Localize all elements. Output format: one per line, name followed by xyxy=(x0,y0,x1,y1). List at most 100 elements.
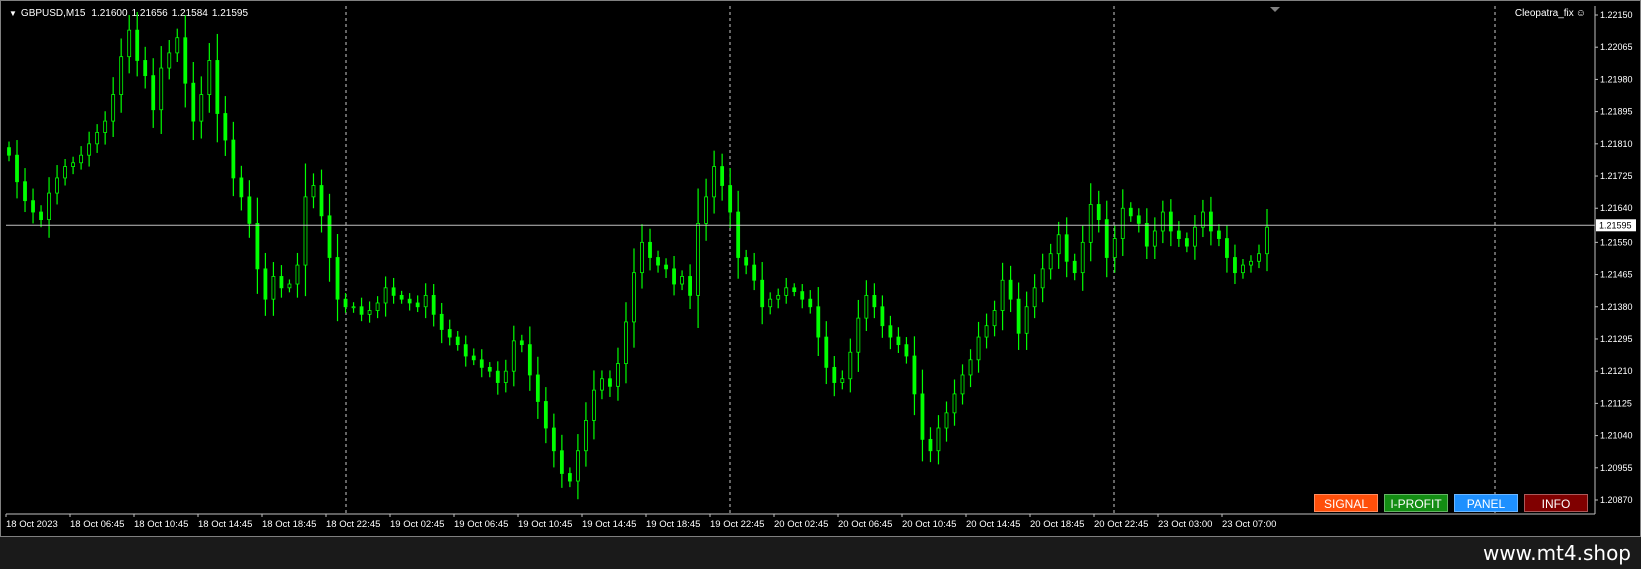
candle-body xyxy=(608,378,612,387)
candle-body xyxy=(808,298,813,308)
candle-body xyxy=(696,222,700,296)
candle-body xyxy=(1040,268,1045,289)
candle-body xyxy=(39,211,43,221)
candle-body xyxy=(127,29,132,58)
candle-body xyxy=(1249,260,1253,266)
collapse-triangle-icon[interactable]: ▼ xyxy=(9,8,17,20)
candle-body xyxy=(1209,211,1213,232)
candle-body xyxy=(215,60,220,114)
candle-body xyxy=(567,473,572,482)
candle-body xyxy=(295,264,300,285)
panel-button[interactable]: PANEL xyxy=(1454,494,1518,512)
candle-body xyxy=(319,185,324,217)
candle-body xyxy=(527,344,532,376)
candle-body xyxy=(1233,257,1237,274)
y-tick-label: 1.21040 xyxy=(1600,431,1633,441)
info-button[interactable]: INFO xyxy=(1524,494,1588,512)
candle-body xyxy=(944,412,949,429)
candle-body xyxy=(71,162,76,167)
candle-body xyxy=(383,287,388,304)
y-tick-label: 1.21125 xyxy=(1600,398,1632,408)
price-chart[interactable]: 1.22150 1.22065 1.21980 1.21895 1.21810 1.217… xyxy=(1,1,1641,538)
candle-body xyxy=(351,306,356,309)
candle-body xyxy=(856,317,861,353)
x-tick-label: 23 Oct 03:00 xyxy=(1158,519,1212,530)
watermark: www.mt4.shop xyxy=(1482,541,1631,565)
candle-body xyxy=(47,192,51,221)
candle-body xyxy=(968,359,973,376)
ohlc-high: 1.21656 xyxy=(131,8,168,19)
candle-body xyxy=(423,294,428,308)
candle-body xyxy=(191,82,196,122)
x-tick-label: 18 Oct 22:45 xyxy=(326,519,380,530)
candle-body xyxy=(415,302,420,308)
candle-body xyxy=(367,310,372,315)
chart-window[interactable]: 1.22150 1.22065 1.21980 1.21895 1.21810 1.217… xyxy=(0,0,1641,537)
candle-body xyxy=(840,378,845,383)
y-tick-label: 1.21380 xyxy=(1600,302,1633,312)
candle-body xyxy=(920,393,925,440)
candle-body xyxy=(632,272,636,323)
candle-body xyxy=(223,113,228,141)
chart-header: ▼ GBPUSD,M15 1.21600 1.21656 1.21584 1.21595 xyxy=(9,8,252,20)
candle-body xyxy=(680,276,684,285)
x-tick-label: 20 Oct 18:45 xyxy=(1030,519,1084,530)
candle-body xyxy=(135,29,140,61)
candle-body xyxy=(1152,230,1157,247)
x-tick-label: 18 Oct 10:45 xyxy=(134,519,188,530)
expert-advisor-label[interactable]: Cleopatra_fix ☺ xyxy=(1515,8,1586,19)
candle-body xyxy=(1217,230,1221,239)
candle-body xyxy=(712,166,717,198)
x-tick-label: 20 Oct 14:45 xyxy=(966,519,1020,530)
ea-name: Cleopatra_fix xyxy=(1514,8,1574,19)
candle-body xyxy=(151,75,156,111)
x-tick-label: 18 Oct 06:45 xyxy=(70,519,124,530)
candle-body xyxy=(1016,298,1021,334)
candle-body xyxy=(63,166,67,179)
y-tick-label: 1.20955 xyxy=(1600,463,1633,473)
candle-body xyxy=(1241,264,1245,274)
candle-body xyxy=(616,363,620,387)
candle-body xyxy=(1176,230,1181,239)
candle-body xyxy=(960,374,965,395)
ohlc-close: 1.21595 xyxy=(211,8,249,19)
candle-body xyxy=(880,306,885,327)
candle-body xyxy=(279,276,284,289)
candle-body xyxy=(952,393,957,414)
y-tick-label: 1.21295 xyxy=(1600,334,1633,344)
candle-body xyxy=(792,287,797,293)
candle-body xyxy=(736,211,741,258)
candle-body xyxy=(31,200,35,213)
candle-body xyxy=(672,268,676,285)
signal-button[interactable]: SIGNAL xyxy=(1314,494,1378,512)
candle-body xyxy=(311,185,316,198)
candle-body xyxy=(784,287,789,296)
candle-body xyxy=(159,67,164,111)
x-tick-label: 18 Oct 14:45 xyxy=(198,519,252,530)
candle-body xyxy=(1168,211,1173,232)
candle-body xyxy=(864,294,869,319)
candle-body xyxy=(119,56,124,95)
candle-body xyxy=(551,427,556,452)
shift-marker-icon xyxy=(1270,7,1280,12)
y-tick-label: 1.22150 xyxy=(1600,10,1633,20)
y-tick-label: 1.21640 xyxy=(1600,203,1633,213)
candle-body xyxy=(600,378,604,391)
candle-body xyxy=(303,196,308,266)
x-tick-label: 23 Oct 07:00 xyxy=(1222,519,1276,530)
candle-body xyxy=(720,166,725,186)
candle-body xyxy=(239,177,244,198)
candle-body xyxy=(744,257,749,266)
y-tick-label: 1.22065 xyxy=(1600,42,1633,52)
candle-body xyxy=(760,279,765,308)
x-tick-label: 19 Oct 06:45 xyxy=(454,519,508,530)
candle-body xyxy=(576,450,580,482)
x-tick-label: 20 Oct 10:45 xyxy=(902,519,956,530)
candle-body xyxy=(503,370,508,383)
candle-body xyxy=(1048,253,1053,270)
candle-body xyxy=(1184,238,1189,247)
candle-body xyxy=(688,276,692,296)
i-profit-button[interactable]: I-PROFIT xyxy=(1384,494,1448,512)
candle-body xyxy=(463,344,468,357)
candle-body xyxy=(111,94,116,122)
